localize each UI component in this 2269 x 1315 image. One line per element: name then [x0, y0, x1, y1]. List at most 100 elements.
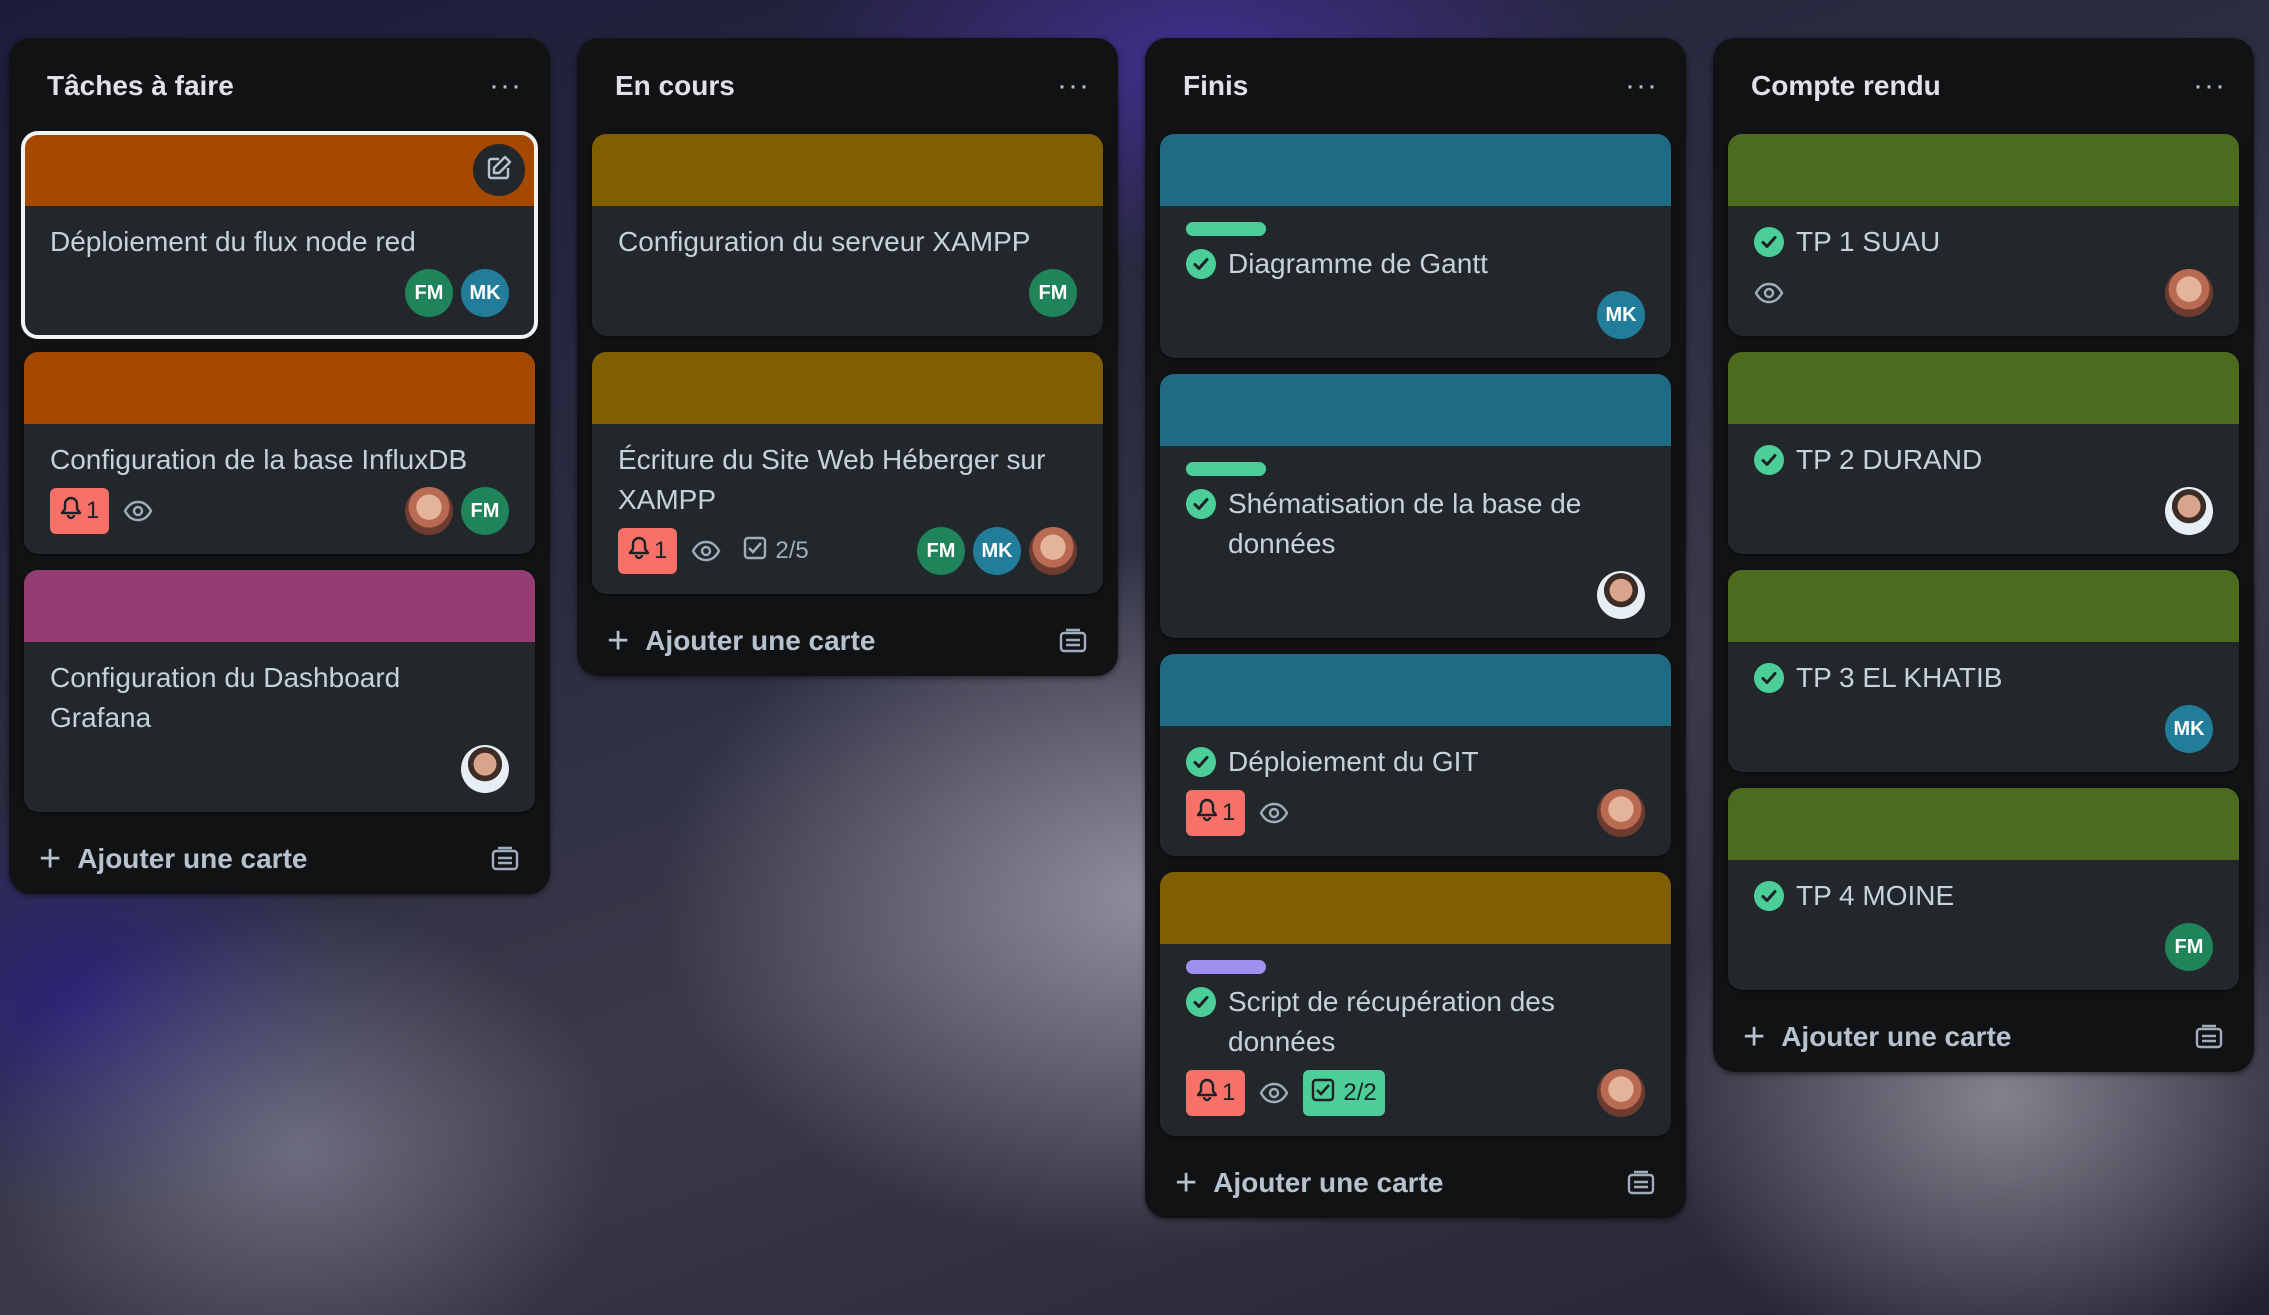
card-badges-row: MK: [1754, 704, 2213, 754]
card-title: Configuration de la base InfluxDB: [50, 440, 509, 480]
avatar-mk[interactable]: MK: [2165, 705, 2213, 753]
card[interactable]: Déploiement du GIT 1: [1160, 654, 1671, 856]
create-from-template-icon[interactable]: [2194, 1024, 2224, 1050]
create-from-template-icon[interactable]: [1058, 628, 1088, 654]
card-cover: [1728, 352, 2239, 424]
card-members: MK: [2165, 705, 2213, 753]
card[interactable]: TP 2 DURAND: [1728, 352, 2239, 554]
avatar-fm[interactable]: FM: [405, 269, 453, 317]
watch-eye-icon: [1259, 1082, 1289, 1104]
card-title: Configuration du Dashboard Grafana: [50, 658, 509, 738]
list-header: Finis ···: [1145, 38, 1686, 134]
card[interactable]: Configuration de la base InfluxDB 1 FM: [24, 352, 535, 554]
card-title-text: Configuration du Dashboard Grafana: [50, 662, 401, 733]
avatar-fm[interactable]: FM: [461, 487, 509, 535]
card-badges-row: 1 FM: [50, 486, 509, 536]
add-card-button[interactable]: + Ajouter une carte: [1175, 1164, 1443, 1202]
card[interactable]: TP 4 MOINE FM: [1728, 788, 2239, 990]
card-badges-row: [50, 744, 509, 794]
edit-card-button[interactable]: [473, 144, 525, 196]
card-members: FM MK: [917, 527, 1077, 575]
avatar-photo[interactable]: [405, 487, 453, 535]
card-title: Déploiement du flux node red: [50, 222, 509, 262]
watch-eye-icon: [123, 500, 153, 522]
avatar-fm[interactable]: FM: [917, 527, 965, 575]
card[interactable]: Déploiement du flux node red FM MK: [21, 131, 538, 339]
card[interactable]: Configuration du serveur XAMPP FM: [592, 134, 1103, 336]
avatar-fm[interactable]: FM: [1029, 269, 1077, 317]
list-menu-button[interactable]: ···: [2193, 69, 2226, 103]
avatar-photo[interactable]: [1597, 571, 1645, 619]
avatar-mk[interactable]: MK: [461, 269, 509, 317]
card-members: FM: [1029, 269, 1077, 317]
card-badges-row: 1 2/2: [1186, 1068, 1645, 1118]
card-title-text: TP 4 MOINE: [1796, 880, 1955, 911]
card-list: Configuration du serveur XAMPP FM Écriture…: [577, 134, 1118, 594]
list-menu-button[interactable]: ···: [1057, 69, 1090, 103]
create-from-template-icon[interactable]: [490, 846, 520, 872]
card-body: Écriture du Site Web Héberger sur XAMPP 1…: [592, 424, 1103, 594]
avatar-photo[interactable]: [1597, 1069, 1645, 1117]
card-body: Script de récupération des données 1 2/2: [1160, 944, 1671, 1136]
list-title: En cours: [615, 70, 735, 101]
completed-check-icon[interactable]: [1754, 227, 1784, 257]
list-menu-button[interactable]: ···: [489, 69, 522, 103]
avatar-fm[interactable]: FM: [2165, 923, 2213, 971]
avatar-mk[interactable]: MK: [1597, 291, 1645, 339]
notification-badge[interactable]: 1: [618, 528, 678, 574]
notification-count: 1: [86, 497, 100, 524]
card-title: TP 4 MOINE: [1754, 876, 2213, 916]
card-badges-row: 1: [1186, 788, 1645, 838]
completed-check-icon[interactable]: [1186, 747, 1216, 777]
card-title-text: Diagramme de Gantt: [1228, 248, 1488, 279]
card-badges-row: [1754, 268, 2213, 318]
card-list: Déploiement du flux node red FM MK Configur…: [9, 131, 550, 812]
card-body: Configuration du Dashboard Grafana: [24, 642, 535, 812]
add-card-label: Ajouter une carte: [77, 843, 308, 874]
card-cover: [24, 352, 535, 424]
list-title: Finis: [1183, 70, 1249, 101]
card-title-text: Configuration du serveur XAMPP: [618, 226, 1031, 257]
completed-check-icon[interactable]: [1186, 987, 1216, 1017]
card[interactable]: Script de récupération des données 1 2/2: [1160, 872, 1671, 1136]
avatar-photo[interactable]: [2165, 487, 2213, 535]
add-card-button[interactable]: + Ajouter une carte: [1743, 1018, 2011, 1056]
list-menu-button[interactable]: ···: [1625, 69, 1658, 103]
card[interactable]: TP 1 SUAU: [1728, 134, 2239, 336]
card-cover: [592, 134, 1103, 206]
card[interactable]: Shématisation de la base de données: [1160, 374, 1671, 638]
add-card-button[interactable]: + Ajouter une carte: [39, 840, 307, 878]
avatar-photo[interactable]: [1597, 789, 1645, 837]
notification-badge[interactable]: 1: [1186, 790, 1246, 836]
notification-badge[interactable]: 1: [1186, 1070, 1246, 1116]
notification-badge[interactable]: 1: [50, 488, 110, 534]
avatar-mk[interactable]: MK: [973, 527, 1021, 575]
completed-check-icon[interactable]: [1186, 249, 1216, 279]
completed-check-icon[interactable]: [1754, 445, 1784, 475]
add-card-button[interactable]: + Ajouter une carte: [607, 622, 875, 660]
card-label[interactable]: [1186, 462, 1266, 476]
completed-check-icon[interactable]: [1754, 663, 1784, 693]
card-body: Diagramme de Gantt MK: [1160, 206, 1671, 358]
card-members: [1597, 571, 1645, 619]
card-title: Déploiement du GIT: [1186, 742, 1645, 782]
completed-check-icon[interactable]: [1754, 881, 1784, 911]
avatar-photo[interactable]: [461, 745, 509, 793]
card[interactable]: Diagramme de Gantt MK: [1160, 134, 1671, 358]
card-body: Configuration du serveur XAMPP FM: [592, 206, 1103, 336]
card-label[interactable]: [1186, 960, 1266, 974]
avatar-photo[interactable]: [2165, 269, 2213, 317]
card[interactable]: Écriture du Site Web Héberger sur XAMPP 1…: [592, 352, 1103, 594]
card[interactable]: TP 3 EL KHATIB MK: [1728, 570, 2239, 772]
card-title-text: Écriture du Site Web Héberger sur XAMPP: [618, 444, 1046, 515]
card[interactable]: Configuration du Dashboard Grafana: [24, 570, 535, 812]
create-from-template-icon[interactable]: [1626, 1170, 1656, 1196]
card-title-text: Déploiement du GIT: [1228, 746, 1479, 777]
card-label[interactable]: [1186, 222, 1266, 236]
card-badges: 1 2/5: [618, 528, 817, 574]
checklist-count: 2/2: [1343, 1079, 1377, 1106]
completed-check-icon[interactable]: [1186, 489, 1216, 519]
add-card-row: + Ajouter une carte: [577, 606, 1118, 676]
avatar-photo[interactable]: [1029, 527, 1077, 575]
card-body: Déploiement du GIT 1: [1160, 726, 1671, 856]
